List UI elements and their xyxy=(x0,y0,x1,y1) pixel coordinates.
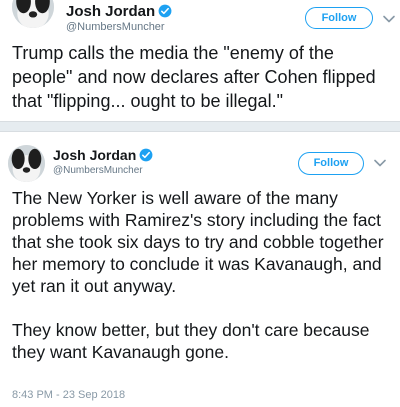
avatar-dog-image xyxy=(8,145,45,182)
author-name-text: Josh Jordan xyxy=(66,3,156,20)
tweet-2: Josh Jordan @NumbersMuncher Follow The N… xyxy=(0,132,400,407)
follow-button[interactable]: Follow xyxy=(305,7,373,29)
author-name[interactable]: Josh Jordan xyxy=(66,3,172,20)
author-name-text: Josh Jordan xyxy=(53,147,137,163)
avatar-dog-image xyxy=(12,0,54,28)
tweet-text: Trump calls the media the "enemy of the … xyxy=(12,43,376,111)
avatar[interactable] xyxy=(12,0,54,28)
tweet-text: The New Yorker is well aware of the many… xyxy=(12,188,384,362)
tweet-divider xyxy=(0,121,400,132)
author-handle[interactable]: @NumbersMuncher xyxy=(66,21,165,33)
author-name[interactable]: Josh Jordan xyxy=(53,147,153,163)
follow-button[interactable]: Follow xyxy=(298,152,364,175)
tweet-timestamp[interactable]: 8:43 PM - 23 Sep 2018 xyxy=(12,389,125,401)
avatar[interactable] xyxy=(8,145,45,182)
author-handle[interactable]: @NumbersMuncher xyxy=(53,165,143,176)
chevron-down-icon[interactable] xyxy=(373,158,387,168)
verified-badge-icon xyxy=(139,148,153,162)
chevron-down-icon[interactable] xyxy=(382,14,396,24)
tweet-1: Josh Jordan @NumbersMuncher Follow Trump… xyxy=(0,0,400,121)
verified-badge-icon xyxy=(158,4,172,18)
